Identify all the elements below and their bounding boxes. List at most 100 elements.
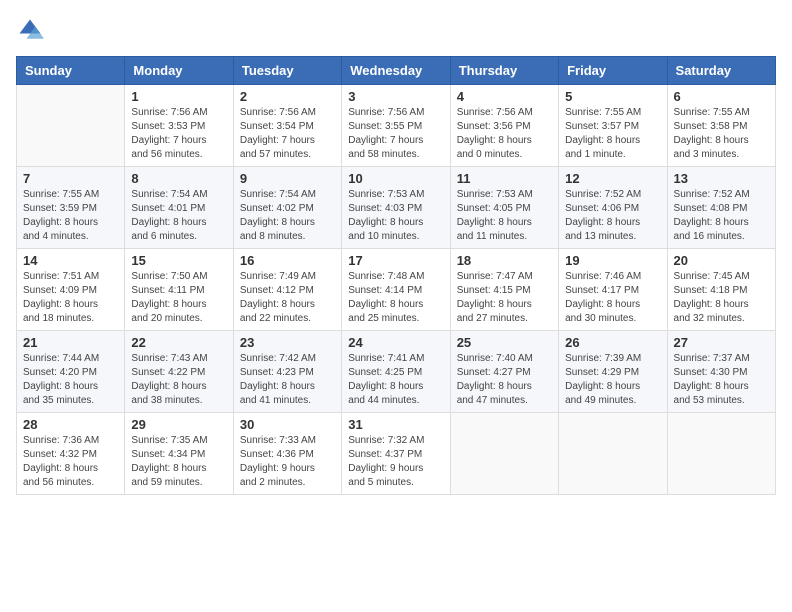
day-cell: 19Sunrise: 7:46 AMSunset: 4:17 PMDayligh… — [559, 249, 667, 331]
day-info: Sunrise: 7:42 AMSunset: 4:23 PMDaylight:… — [240, 352, 335, 408]
day-info: Sunrise: 7:55 AMSunset: 3:57 PMDaylight:… — [565, 106, 660, 162]
day-number: 31 — [348, 417, 443, 432]
day-info: Sunrise: 7:41 AMSunset: 4:25 PMDaylight:… — [348, 352, 443, 408]
day-cell: 22Sunrise: 7:43 AMSunset: 4:22 PMDayligh… — [125, 331, 233, 413]
col-header-thursday: Thursday — [450, 57, 558, 85]
day-cell: 3 Sunrise: 7:56 AMSunset: 3:55 PMDaylight… — [342, 85, 450, 167]
day-number: 2 — [240, 89, 335, 104]
day-info: Sunrise: 7:56 AMSunset: 3:55 PMDaylight:… — [348, 106, 443, 162]
day-cell: 7 Sunrise: 7:55 AMSunset: 3:59 PMDaylight… — [17, 167, 125, 249]
day-cell: 10Sunrise: 7:53 AMSunset: 4:03 PMDayligh… — [342, 167, 450, 249]
day-cell — [559, 413, 667, 495]
col-header-tuesday: Tuesday — [233, 57, 341, 85]
day-info: Sunrise: 7:56 AMSunset: 3:54 PMDaylight:… — [240, 106, 335, 162]
day-info: Sunrise: 7:53 AMSunset: 4:03 PMDaylight:… — [348, 188, 443, 244]
day-cell: 27 Sunrise: 7:37 AMSunset: 4:30 PMDayligh… — [667, 331, 775, 413]
day-number: 4 — [457, 89, 552, 104]
day-info: Sunrise: 7:48 AMSunset: 4:14 PMDaylight:… — [348, 270, 443, 326]
day-cell: 28 Sunrise: 7:36 AMSunset: 4:32 PMDayligh… — [17, 413, 125, 495]
week-row-1: 1 Sunrise: 7:56 AMSunset: 3:53 PMDaylight… — [17, 85, 776, 167]
calendar-table: SundayMondayTuesdayWednesdayThursdayFrid… — [16, 56, 776, 495]
day-info: Sunrise: 7:52 AMSunset: 4:08 PMDaylight:… — [674, 188, 769, 244]
day-cell: 31 Sunrise: 7:32 AMSunset: 4:37 PMDayligh… — [342, 413, 450, 495]
logo — [16, 16, 48, 44]
day-number: 30 — [240, 417, 335, 432]
day-number: 14 — [23, 253, 118, 268]
day-cell: 1 Sunrise: 7:56 AMSunset: 3:53 PMDaylight… — [125, 85, 233, 167]
day-info: Sunrise: 7:52 AMSunset: 4:06 PMDaylight:… — [565, 188, 660, 244]
day-cell: 14 Sunrise: 7:51 AMSunset: 4:09 PMDayligh… — [17, 249, 125, 331]
day-info: Sunrise: 7:54 AMSunset: 4:02 PMDaylight:… — [240, 188, 335, 244]
day-number: 8 — [131, 171, 226, 186]
day-info: Sunrise: 7:39 AMSunset: 4:29 PMDaylight:… — [565, 352, 660, 408]
day-info: Sunrise: 7:43 AMSunset: 4:22 PMDaylight:… — [131, 352, 226, 408]
day-cell: 5 Sunrise: 7:55 AMSunset: 3:57 PMDaylight… — [559, 85, 667, 167]
day-number: 11 — [457, 171, 552, 186]
week-row-5: 28 Sunrise: 7:36 AMSunset: 4:32 PMDayligh… — [17, 413, 776, 495]
col-header-friday: Friday — [559, 57, 667, 85]
logo-icon — [16, 16, 44, 44]
day-info: Sunrise: 7:55 AMSunset: 3:59 PMDaylight:… — [23, 188, 118, 244]
day-number: 1 — [131, 89, 226, 104]
day-number: 23 — [240, 335, 335, 350]
day-cell — [667, 413, 775, 495]
day-info: Sunrise: 7:51 AMSunset: 4:09 PMDaylight:… — [23, 270, 118, 326]
day-info: Sunrise: 7:50 AMSunset: 4:11 PMDaylight:… — [131, 270, 226, 326]
day-info: Sunrise: 7:32 AMSunset: 4:37 PMDaylight:… — [348, 434, 443, 490]
day-cell: 17 Sunrise: 7:48 AMSunset: 4:14 PMDayligh… — [342, 249, 450, 331]
day-number: 28 — [23, 417, 118, 432]
day-cell: 21 Sunrise: 7:44 AMSunset: 4:20 PMDayligh… — [17, 331, 125, 413]
day-info: Sunrise: 7:37 AMSunset: 4:30 PMDaylight:… — [674, 352, 769, 408]
day-cell: 29Sunrise: 7:35 AMSunset: 4:34 PMDayligh… — [125, 413, 233, 495]
day-info: Sunrise: 7:33 AMSunset: 4:36 PMDaylight:… — [240, 434, 335, 490]
day-info: Sunrise: 7:40 AMSunset: 4:27 PMDaylight:… — [457, 352, 552, 408]
col-header-wednesday: Wednesday — [342, 57, 450, 85]
day-number: 5 — [565, 89, 660, 104]
day-cell: 6 Sunrise: 7:55 AMSunset: 3:58 PMDaylight… — [667, 85, 775, 167]
day-cell: 9 Sunrise: 7:54 AMSunset: 4:02 PMDaylight… — [233, 167, 341, 249]
day-number: 17 — [348, 253, 443, 268]
day-cell: 12Sunrise: 7:52 AMSunset: 4:06 PMDayligh… — [559, 167, 667, 249]
day-cell: 23 Sunrise: 7:42 AMSunset: 4:23 PMDayligh… — [233, 331, 341, 413]
day-number: 3 — [348, 89, 443, 104]
day-cell: 8Sunrise: 7:54 AMSunset: 4:01 PMDaylight… — [125, 167, 233, 249]
week-row-4: 21 Sunrise: 7:44 AMSunset: 4:20 PMDayligh… — [17, 331, 776, 413]
day-cell: 18 Sunrise: 7:47 AMSunset: 4:15 PMDayligh… — [450, 249, 558, 331]
day-number: 15 — [131, 253, 226, 268]
day-number: 25 — [457, 335, 552, 350]
page-header — [16, 16, 776, 44]
col-header-saturday: Saturday — [667, 57, 775, 85]
day-info: Sunrise: 7:56 AMSunset: 3:53 PMDaylight:… — [131, 106, 226, 162]
day-cell: 26Sunrise: 7:39 AMSunset: 4:29 PMDayligh… — [559, 331, 667, 413]
day-number: 24 — [348, 335, 443, 350]
calendar-header-row: SundayMondayTuesdayWednesdayThursdayFrid… — [17, 57, 776, 85]
day-number: 6 — [674, 89, 769, 104]
day-number: 18 — [457, 253, 552, 268]
col-header-monday: Monday — [125, 57, 233, 85]
day-info: Sunrise: 7:56 AMSunset: 3:56 PMDaylight:… — [457, 106, 552, 162]
day-cell — [450, 413, 558, 495]
day-info: Sunrise: 7:47 AMSunset: 4:15 PMDaylight:… — [457, 270, 552, 326]
day-number: 20 — [674, 253, 769, 268]
day-number: 9 — [240, 171, 335, 186]
day-cell: 11Sunrise: 7:53 AMSunset: 4:05 PMDayligh… — [450, 167, 558, 249]
day-cell: 4 Sunrise: 7:56 AMSunset: 3:56 PMDaylight… — [450, 85, 558, 167]
day-cell: 20 Sunrise: 7:45 AMSunset: 4:18 PMDayligh… — [667, 249, 775, 331]
day-cell: 15 Sunrise: 7:50 AMSunset: 4:11 PMDayligh… — [125, 249, 233, 331]
day-number: 21 — [23, 335, 118, 350]
day-cell: 2 Sunrise: 7:56 AMSunset: 3:54 PMDaylight… — [233, 85, 341, 167]
day-cell: 24 Sunrise: 7:41 AMSunset: 4:25 PMDayligh… — [342, 331, 450, 413]
day-info: Sunrise: 7:35 AMSunset: 4:34 PMDaylight:… — [131, 434, 226, 490]
day-number: 19 — [565, 253, 660, 268]
day-cell: 16Sunrise: 7:49 AMSunset: 4:12 PMDayligh… — [233, 249, 341, 331]
day-info: Sunrise: 7:45 AMSunset: 4:18 PMDaylight:… — [674, 270, 769, 326]
day-cell: 25 Sunrise: 7:40 AMSunset: 4:27 PMDayligh… — [450, 331, 558, 413]
day-info: Sunrise: 7:36 AMSunset: 4:32 PMDaylight:… — [23, 434, 118, 490]
day-number: 27 — [674, 335, 769, 350]
day-info: Sunrise: 7:55 AMSunset: 3:58 PMDaylight:… — [674, 106, 769, 162]
day-info: Sunrise: 7:49 AMSunset: 4:12 PMDaylight:… — [240, 270, 335, 326]
day-number: 13 — [674, 171, 769, 186]
week-row-2: 7 Sunrise: 7:55 AMSunset: 3:59 PMDaylight… — [17, 167, 776, 249]
day-number: 7 — [23, 171, 118, 186]
day-info: Sunrise: 7:44 AMSunset: 4:20 PMDaylight:… — [23, 352, 118, 408]
